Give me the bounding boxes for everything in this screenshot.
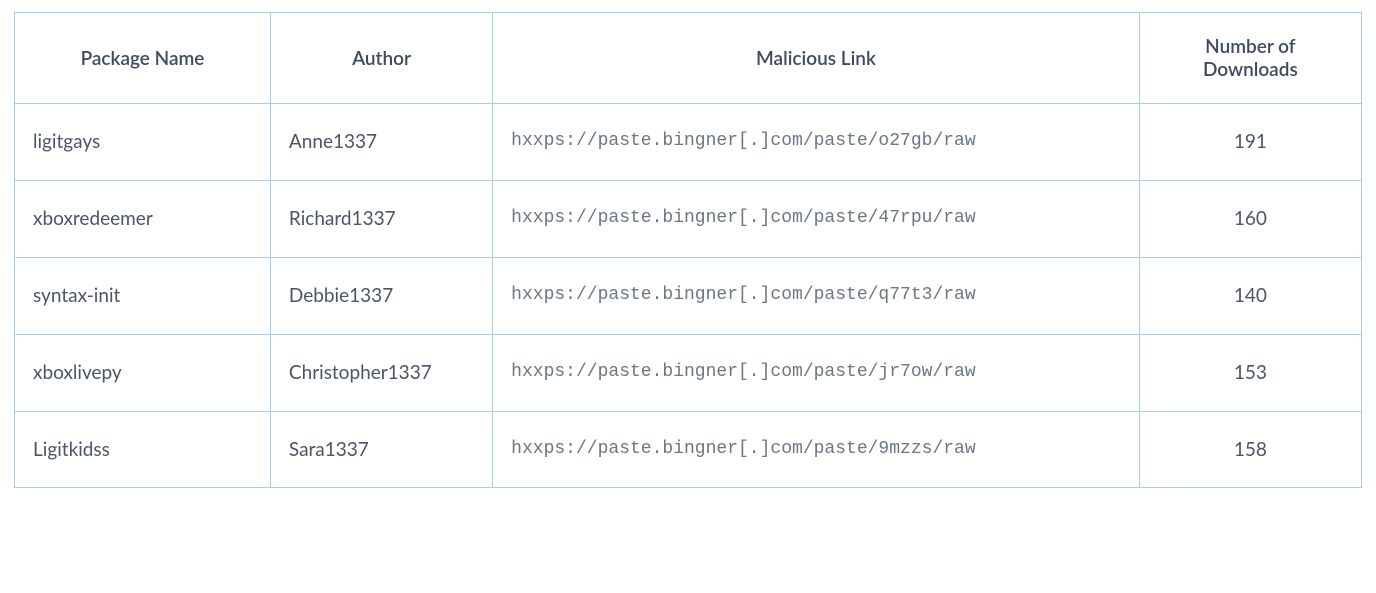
cell-downloads: 140	[1139, 257, 1361, 334]
cell-author: Richard1337	[270, 180, 492, 257]
cell-malicious-link: hxxps://paste.bingner[.]com/paste/q77t3/…	[493, 257, 1140, 334]
table-row: syntax-init Debbie1337 hxxps://paste.bin…	[15, 257, 1362, 334]
cell-downloads: 153	[1139, 334, 1361, 411]
cell-malicious-link: hxxps://paste.bingner[.]com/paste/47rpu/…	[493, 180, 1140, 257]
header-malicious-link: Malicious Link	[493, 13, 1140, 104]
table-wrapper: Package Name Author Malicious Link Numbe…	[0, 0, 1376, 500]
malicious-packages-table: Package Name Author Malicious Link Numbe…	[14, 12, 1362, 488]
cell-author: Sara1337	[270, 411, 492, 488]
cell-package-name: ligitgays	[15, 104, 271, 181]
cell-author: Christopher1337	[270, 334, 492, 411]
cell-package-name: Ligitkidss	[15, 411, 271, 488]
cell-package-name: syntax-init	[15, 257, 271, 334]
cell-downloads: 160	[1139, 180, 1361, 257]
cell-downloads: 191	[1139, 104, 1361, 181]
cell-malicious-link: hxxps://paste.bingner[.]com/paste/o27gb/…	[493, 104, 1140, 181]
cell-author: Debbie1337	[270, 257, 492, 334]
header-author: Author	[270, 13, 492, 104]
table-row: ligitgays Anne1337 hxxps://paste.bingner…	[15, 104, 1362, 181]
header-package-name: Package Name	[15, 13, 271, 104]
cell-package-name: xboxredeemer	[15, 180, 271, 257]
table-row: xboxredeemer Richard1337 hxxps://paste.b…	[15, 180, 1362, 257]
cell-malicious-link: hxxps://paste.bingner[.]com/paste/jr7ow/…	[493, 334, 1140, 411]
table-row: xboxlivepy Christopher1337 hxxps://paste…	[15, 334, 1362, 411]
cell-malicious-link: hxxps://paste.bingner[.]com/paste/9mzzs/…	[493, 411, 1140, 488]
cell-downloads: 158	[1139, 411, 1361, 488]
cell-package-name: xboxlivepy	[15, 334, 271, 411]
table-header-row: Package Name Author Malicious Link Numbe…	[15, 13, 1362, 104]
header-downloads: Number of Downloads	[1139, 13, 1361, 104]
cell-author: Anne1337	[270, 104, 492, 181]
table-row: Ligitkidss Sara1337 hxxps://paste.bingne…	[15, 411, 1362, 488]
